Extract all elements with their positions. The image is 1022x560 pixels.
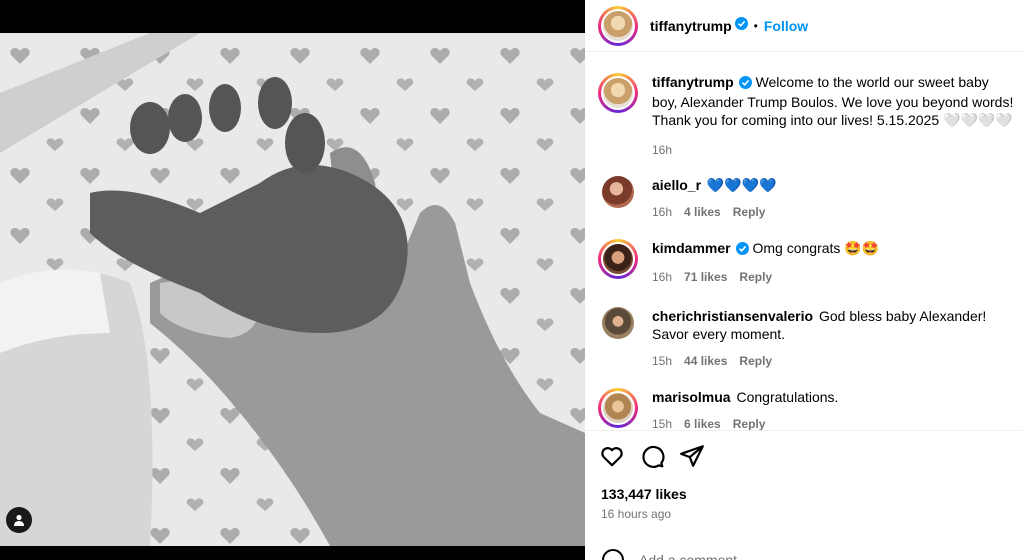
post-side-panel: tiffanytrump • Follow tiffanytrump Welco…	[585, 0, 1022, 560]
caption: tiffanytrump Welcome to the world our sw…	[598, 73, 1018, 159]
tagged-users-button[interactable]	[6, 507, 32, 533]
comment-item: cherichristiansenvalerio God bless baby …	[598, 307, 1018, 370]
post-time: 16 hours ago	[601, 507, 672, 521]
comment-likes[interactable]: 4 likes	[684, 203, 721, 221]
comment-item: marisolmua Congratulations. 15h 6 likes …	[598, 388, 1018, 430]
verified-badge-icon	[734, 16, 748, 35]
commenter-avatar[interactable]	[602, 307, 634, 339]
comment-username[interactable]: cherichristiansenvalerio	[652, 308, 813, 324]
comment-time: 16h	[652, 270, 673, 284]
caption-avatar[interactable]	[598, 73, 638, 113]
author-avatar[interactable]	[598, 5, 638, 46]
comment-time: 15h	[652, 417, 673, 430]
verified-badge-icon	[735, 241, 749, 259]
reply-button[interactable]: Reply	[739, 268, 772, 286]
comment-text: Omg congrats 🤩🤩	[752, 240, 880, 256]
reply-button[interactable]: Reply	[733, 203, 766, 221]
comment-time: 16h	[652, 205, 673, 219]
post-photo[interactable]	[0, 33, 585, 546]
comment-likes[interactable]: 71 likes	[684, 268, 727, 286]
share-icon[interactable]	[679, 443, 705, 469]
post-media	[0, 0, 585, 560]
comment-likes[interactable]: 6 likes	[684, 415, 721, 430]
verified-badge-icon	[738, 75, 752, 93]
comment-item: kimdammer Omg congrats 🤩🤩 16h 71 likes R…	[598, 239, 1018, 286]
add-comment-row[interactable]: Add a comment...	[601, 548, 749, 560]
separator-dot: •	[753, 18, 758, 33]
comment-username[interactable]: aiello_r	[652, 177, 701, 193]
comments-list[interactable]: tiffanytrump Welcome to the world our sw…	[585, 53, 1022, 430]
commenter-avatar[interactable]	[598, 388, 638, 428]
post-actions: 133,447 likes 16 hours ago Add a comment…	[585, 430, 1022, 560]
comment-likes[interactable]: 44 likes	[684, 352, 727, 370]
comment-username[interactable]: kimdammer	[652, 240, 731, 256]
comment-username[interactable]: marisolmua	[652, 389, 731, 405]
caption-username[interactable]: tiffanytrump	[652, 74, 734, 90]
comment-item: aiello_r 💙💙💙💙 16h 4 likes Reply	[598, 176, 1018, 221]
follow-button[interactable]: Follow	[764, 18, 808, 34]
emoji-icon[interactable]	[601, 548, 625, 560]
reply-button[interactable]: Reply	[739, 352, 772, 370]
author-username[interactable]: tiffanytrump	[650, 18, 732, 34]
likes-count[interactable]: 133,447 likes	[601, 486, 687, 502]
post-header: tiffanytrump • Follow	[585, 0, 1022, 52]
baby-foot-photo	[0, 33, 585, 546]
comment-time: 15h	[652, 354, 673, 368]
comment-icon[interactable]	[639, 443, 665, 469]
commenter-avatar[interactable]	[598, 239, 638, 279]
action-icons	[599, 443, 705, 469]
caption-time: 16h	[652, 143, 673, 157]
comment-text: Congratulations.	[736, 389, 839, 405]
comment-text: 💙💙💙💙	[706, 177, 777, 193]
reply-button[interactable]: Reply	[733, 415, 766, 430]
commenter-avatar[interactable]	[602, 176, 634, 208]
heart-icon[interactable]	[599, 443, 625, 469]
person-icon	[14, 514, 24, 526]
add-comment-input[interactable]: Add a comment...	[639, 552, 749, 560]
